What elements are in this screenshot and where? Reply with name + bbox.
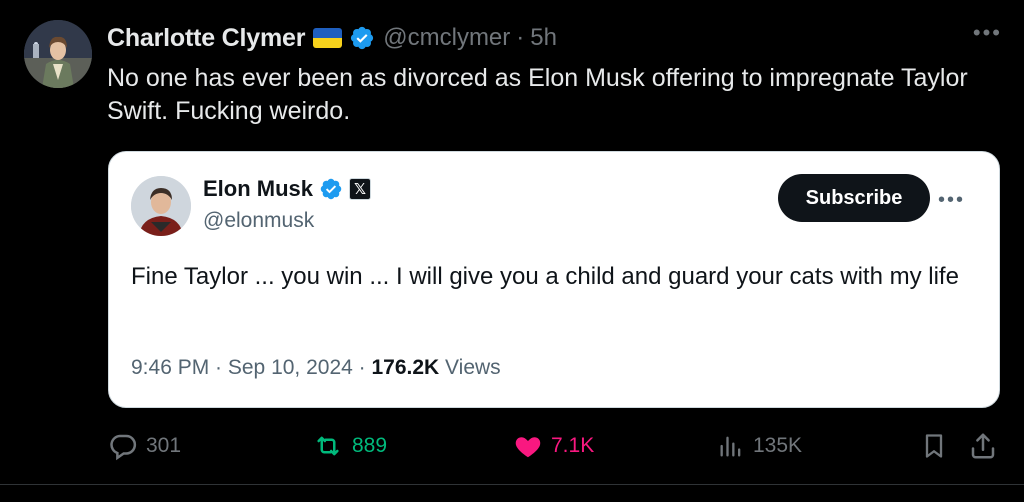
quoted-more-options-icon[interactable]: •••	[938, 190, 965, 210]
tweet-time[interactable]: 5h	[530, 24, 557, 52]
repost-button[interactable]: 889	[312, 426, 387, 466]
author-avatar[interactable]	[24, 20, 92, 88]
quoted-tweet-text: Fine Taylor ... you win ... I will give …	[131, 263, 959, 290]
tweet-header: Charlotte Clymer @cmclymer · 5h	[107, 21, 557, 55]
author-display-name[interactable]: Charlotte Clymer	[107, 24, 305, 53]
quoted-views-label: Views	[439, 356, 501, 379]
quoted-tweet-card[interactable]: Elon Musk 𝕏 @elonmusk Subscribe ••• Fine…	[108, 151, 1000, 408]
bookmark-icon	[925, 434, 943, 458]
like-button[interactable]: 7.1K	[513, 426, 594, 466]
quoted-views-count: 176.2K	[371, 356, 440, 379]
reply-button[interactable]: 301	[108, 426, 181, 466]
repost-count: 889	[352, 434, 388, 457]
quoted-header: Elon Musk 𝕏	[203, 176, 372, 202]
verified-badge-icon	[320, 178, 342, 200]
divider	[0, 484, 1024, 485]
reply-icon	[110, 434, 137, 461]
author-handle[interactable]: @cmclymer	[383, 24, 510, 52]
tweet-post: Charlotte Clymer @cmclymer · 5h ••• No o…	[0, 0, 1024, 502]
quoted-timestamp[interactable]: 9:46 PM · Sep 10, 2024 ·	[131, 356, 371, 379]
bookmark-button[interactable]	[920, 426, 948, 466]
heart-icon	[515, 437, 541, 458]
action-bar: 301 889 7.1K 135K	[0, 426, 1024, 466]
share-icon	[971, 433, 995, 459]
subscribe-button[interactable]: Subscribe	[778, 174, 930, 222]
separator-dot: ·	[516, 24, 525, 51]
repost-icon	[317, 436, 339, 456]
analytics-icon	[720, 436, 741, 457]
quoted-display-name[interactable]: Elon Musk	[203, 176, 313, 202]
quoted-handle[interactable]: @elonmusk	[203, 209, 314, 233]
more-options-icon[interactable]: •••	[973, 22, 1002, 44]
ukraine-flag-icon	[313, 28, 343, 48]
views-button[interactable]: 135K	[717, 426, 802, 466]
verified-badge-icon	[351, 26, 374, 50]
like-count: 7.1K	[551, 434, 595, 457]
tweet-text: No one has ever been as divorced as Elon…	[107, 64, 968, 125]
reply-count: 301	[146, 434, 182, 457]
quoted-author-avatar[interactable]	[131, 176, 191, 236]
views-count: 135K	[753, 434, 803, 457]
x-affiliate-badge-icon: 𝕏	[349, 178, 372, 200]
share-button[interactable]	[968, 426, 998, 466]
quoted-tweet-meta: 9:46 PM · Sep 10, 2024 · 176.2K Views	[131, 356, 501, 380]
